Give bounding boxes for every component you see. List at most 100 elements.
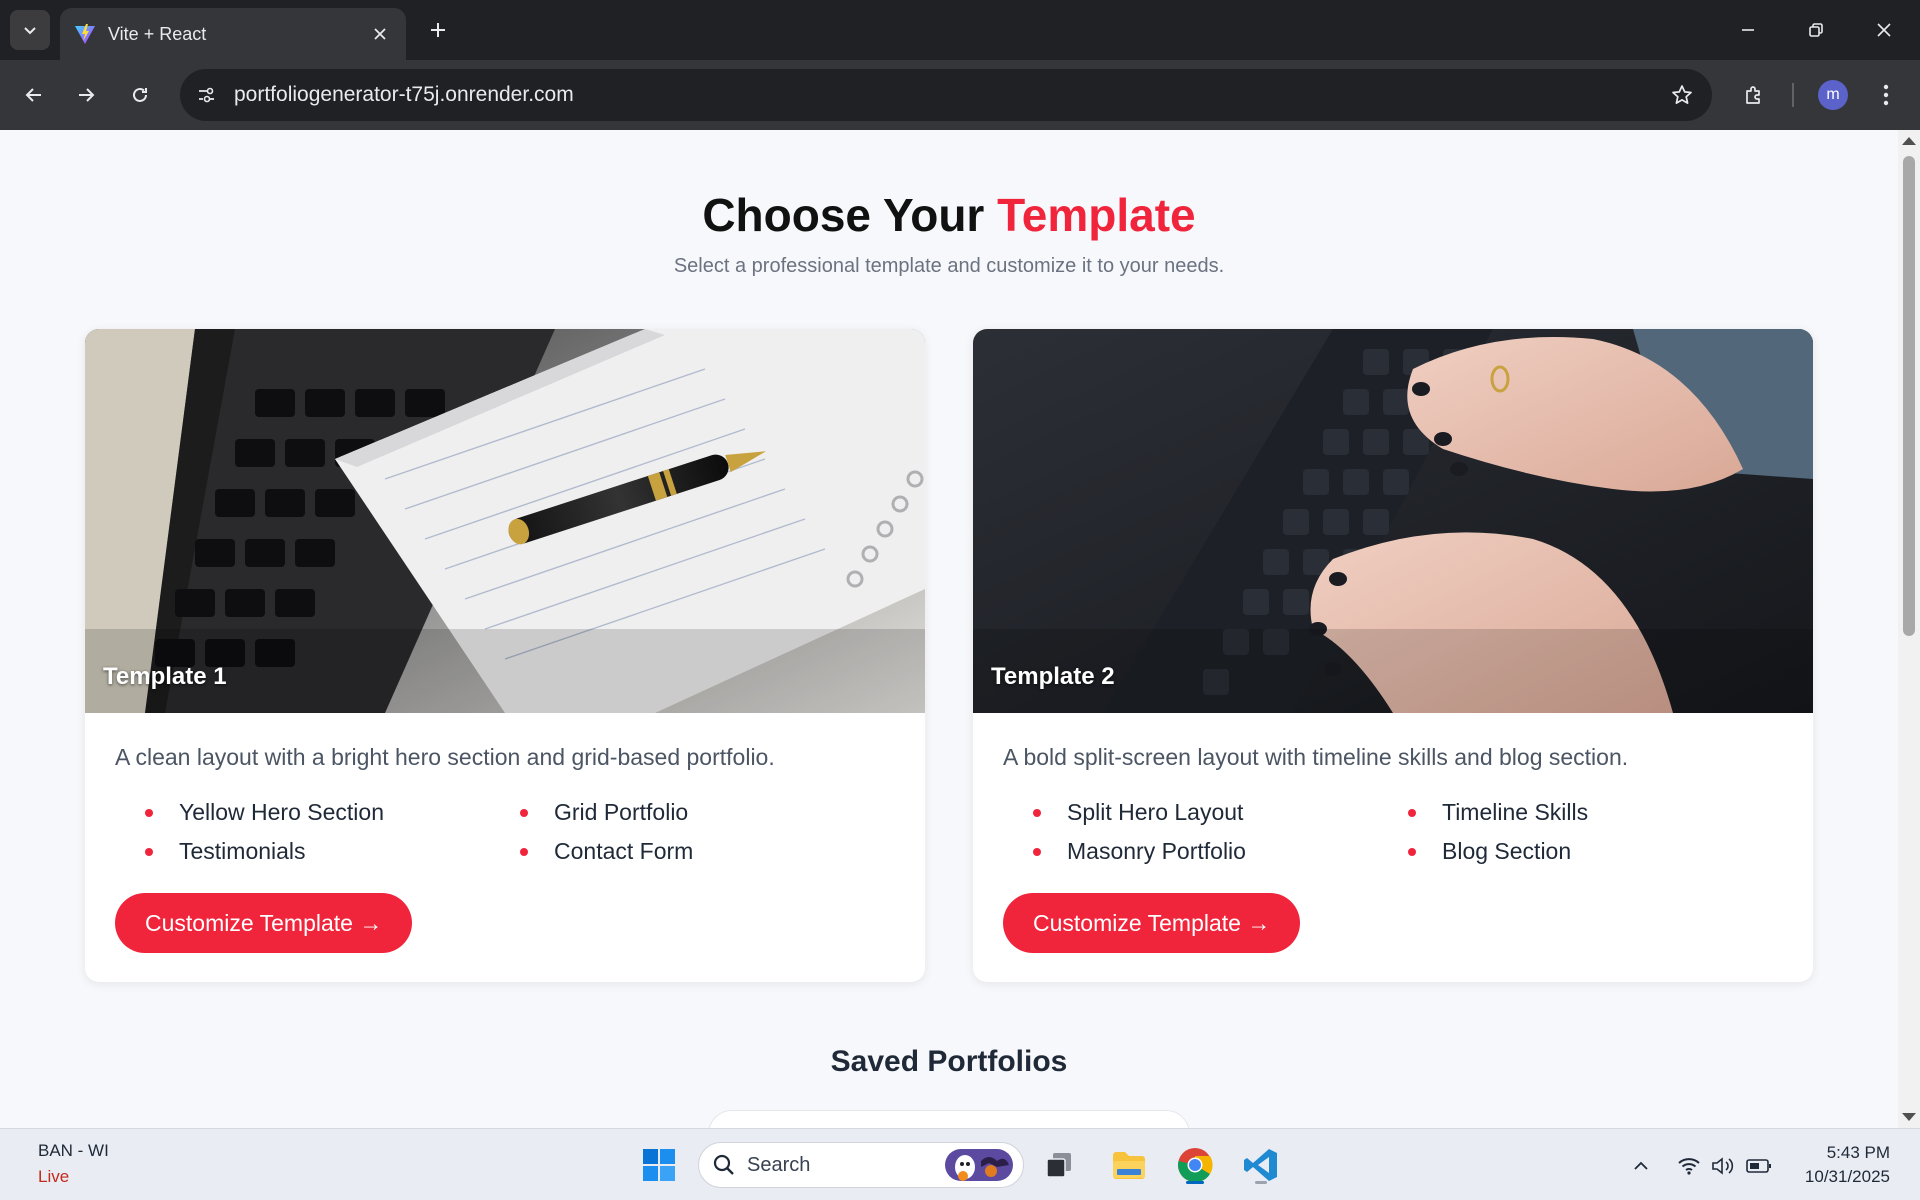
template-2-label: Template 2 (991, 663, 1115, 690)
template-1-label: Template 1 (103, 663, 227, 690)
bullet-icon (1033, 847, 1041, 856)
bookmark-star-icon[interactable] (1662, 75, 1702, 115)
system-clock[interactable]: 5:43 PM 10/31/2025 (1805, 1141, 1890, 1189)
back-button[interactable] (14, 75, 54, 115)
arrow-right-icon (79, 88, 95, 102)
new-tab-button[interactable] (420, 12, 456, 48)
restore-button[interactable] (1788, 8, 1844, 52)
feature-item: Split Hero Layout (1033, 799, 1408, 826)
file-explorer-button[interactable] (1106, 1142, 1152, 1188)
tab-strip: Vite + React (0, 0, 1920, 60)
task-view-button[interactable] (1036, 1142, 1082, 1188)
bullet-icon (145, 847, 153, 856)
toolbar-divider (1792, 83, 1794, 107)
windows-logo-icon (643, 1149, 675, 1181)
task-view-icon (1046, 1153, 1071, 1178)
weather-widget[interactable]: BAN - WI Live (38, 1141, 109, 1187)
scroll-down-arrow-icon[interactable] (1902, 1113, 1916, 1121)
feature-item: Masonry Portfolio (1033, 838, 1408, 865)
bullet-icon (520, 847, 528, 856)
speaker-icon (1712, 1157, 1734, 1175)
battery-status[interactable] (1744, 1151, 1774, 1181)
forward-button[interactable] (66, 75, 106, 115)
feature-item: Contact Form (520, 838, 895, 865)
vscode-taskbar-button[interactable] (1238, 1142, 1284, 1188)
minimize-icon (1742, 29, 1754, 31)
page-subtitle: Select a professional template and custo… (673, 255, 1225, 277)
template-2-features: Split Hero Layout Timeline Skills Masonr… (1033, 799, 1783, 865)
feature-label: Masonry Portfolio (1067, 838, 1246, 864)
running-indicator (1186, 1181, 1204, 1184)
puzzle-icon (1746, 86, 1760, 104)
address-bar[interactable]: portfoliogenerator-t75j.onrender.com (180, 69, 1712, 121)
customize-template-2-button[interactable]: Customize Template → (1003, 893, 1301, 953)
page-title: Choose Your Template (0, 188, 1898, 242)
bullet-icon (145, 808, 153, 817)
customize-template-1-button[interactable]: Customize Template → (115, 893, 413, 953)
bullet-icon (1408, 808, 1416, 817)
menu-button[interactable] (1866, 75, 1906, 115)
feature-label: Yellow Hero Section (179, 799, 384, 825)
wifi-status[interactable] (1674, 1151, 1704, 1181)
bullet-icon (1408, 847, 1416, 856)
feature-item: Grid Portfolio (520, 799, 895, 826)
clock-date: 10/31/2025 (1804, 1167, 1890, 1186)
taskbar: BAN - WI Live Search 5:43 PM 10/31/2025 (0, 1128, 1920, 1200)
template-card-2: Template 2 A bold split-screen layout wi… (973, 329, 1813, 982)
show-hidden-icons-button[interactable] (1626, 1151, 1656, 1181)
bullet-icon (520, 808, 528, 817)
page-scrollbar[interactable] (1898, 130, 1920, 1128)
plus-icon (431, 23, 445, 37)
scroll-up-arrow-icon[interactable] (1902, 137, 1916, 145)
extensions-button[interactable] (1734, 75, 1774, 115)
wifi-icon (1678, 1158, 1700, 1175)
taskbar-search[interactable]: Search (698, 1142, 1024, 1188)
page-title-main: Choose Your (702, 189, 985, 241)
start-button[interactable] (636, 1142, 682, 1188)
taskbar-search-placeholder: Search (747, 1153, 811, 1176)
feature-item: Timeline Skills (1408, 799, 1783, 826)
close-window-button[interactable] (1856, 8, 1912, 52)
reload-icon (133, 87, 147, 102)
clock-time: 5:43 PM (1826, 1143, 1890, 1162)
feature-item: Testimonials (145, 838, 520, 865)
reload-button[interactable] (120, 75, 160, 115)
profile-avatar[interactable]: m (1818, 80, 1848, 110)
site-info-icon[interactable] (186, 75, 226, 115)
tab-close-icon[interactable] (368, 22, 392, 46)
feature-label: Grid Portfolio (554, 799, 689, 825)
chrome-icon (1178, 1148, 1213, 1183)
template-2-image (973, 329, 1813, 713)
saved-portfolios-title: Saved Portfolios (830, 1045, 1068, 1078)
chrome-taskbar-button[interactable] (1172, 1142, 1218, 1188)
saved-portfolios-panel (708, 1110, 1190, 1128)
feature-item: Yellow Hero Section (145, 799, 520, 826)
chevron-down-icon (24, 27, 36, 35)
more-vertical-icon (1883, 84, 1889, 106)
search-icon (713, 1154, 734, 1175)
vscode-icon (1244, 1149, 1277, 1181)
feature-label: Split Hero Layout (1067, 799, 1244, 825)
feature-label: Blog Section (1442, 838, 1572, 864)
vite-logo-icon (75, 24, 95, 44)
feature-label: Contact Form (554, 838, 694, 864)
url-text: portfoliogenerator-t75j.onrender.com (234, 83, 574, 106)
arrow-left-icon (25, 88, 41, 102)
browser-toolbar: portfoliogenerator-t75j.onrender.com m (0, 60, 1920, 130)
template-1-features: Yellow Hero Section Grid Portfolio Testi… (145, 799, 895, 865)
halloween-search-highlight-icon (945, 1149, 1013, 1181)
folder-icon (1113, 1152, 1145, 1179)
tab-search-button[interactable] (10, 10, 50, 50)
page-viewport: Choose Your Template Select a profession… (0, 130, 1898, 1128)
template-card-1: Template 1 A clean layout with a bright … (85, 329, 925, 982)
browser-tab[interactable]: Vite + React (60, 8, 406, 60)
scrollbar-thumb[interactable] (1903, 156, 1915, 636)
minimize-button[interactable] (1720, 8, 1776, 52)
template-1-image (85, 329, 925, 713)
running-indicator (1255, 1181, 1267, 1184)
feature-item: Blog Section (1408, 838, 1783, 865)
page-title-accent: Template (997, 189, 1196, 241)
template-2-description: A bold split-screen layout with timeline… (1003, 744, 1629, 770)
battery-icon (1746, 1159, 1771, 1173)
volume-status[interactable] (1708, 1151, 1738, 1181)
